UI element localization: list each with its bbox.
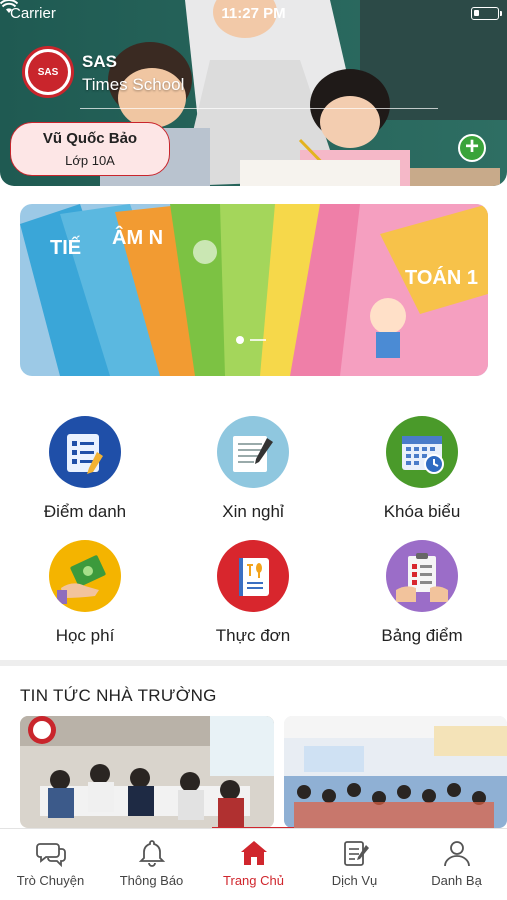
tuition-icon (49, 540, 121, 612)
student-name: Vũ Quốc Bảo (42, 130, 138, 147)
menu-grades-label: Bảng điểm (381, 626, 463, 645)
school-name: Times School (82, 75, 185, 94)
timetable-icon (386, 416, 458, 488)
service-icon (343, 841, 369, 866)
attendance-icon (49, 416, 121, 488)
tab-contacts-label: Danh Bạ (431, 873, 482, 888)
menu-food-menu[interactable]: Thực đơn (178, 540, 328, 646)
pagination-dot-active[interactable] (236, 336, 244, 344)
tab-services-label: Dịch Vụ (331, 873, 378, 888)
tab-contacts[interactable]: Danh Bạ (406, 829, 507, 900)
grades-icon (386, 540, 458, 612)
tab-services[interactable]: Dịch Vụ (304, 829, 405, 900)
news-card[interactable] (20, 716, 274, 828)
status-bar: Carrier 11:27 PM (0, 0, 507, 28)
tab-notifications-label: Thông Báo (119, 873, 184, 888)
status-time: 11:27 PM (221, 5, 286, 22)
tab-home[interactable]: Trang Chủ (203, 829, 304, 900)
contacts-icon (443, 841, 470, 867)
news-section-title: TIN TỨC NHÀ TRƯỜNG (20, 686, 217, 705)
app-screen: Carrier 11:27 PM SAS SAS Times School Vũ… (0, 0, 507, 900)
menu-food-icon (217, 540, 289, 612)
menu-attendance-label: Điểm danh (43, 502, 127, 521)
bottom-tab-bar: Trò Chuyện Thông Báo Trang Chủ Dịch Vụ D… (0, 828, 507, 900)
menu-attendance[interactable]: Điểm danh (10, 416, 160, 522)
add-student-button[interactable]: + (458, 134, 486, 162)
book-title-2: ÂM N (112, 225, 163, 249)
header-divider (80, 108, 438, 109)
pagination-dot[interactable] (250, 339, 266, 341)
chat-icon (35, 843, 66, 867)
menu-timetable-label: Khóa biểu (383, 502, 461, 521)
tab-home-label: Trang Chủ (223, 873, 284, 888)
header-photo: Carrier 11:27 PM SAS SAS Times School Vũ… (0, 0, 507, 186)
menu-leave-request-label: Xin nghỉ (222, 502, 284, 521)
battery-icon (471, 7, 502, 20)
news-image (284, 716, 507, 828)
news-card[interactable] (284, 716, 507, 828)
menu-tuition-label: Học phí (55, 626, 115, 645)
tab-notifications[interactable]: Thông Báo (101, 829, 202, 900)
news-image (20, 716, 274, 828)
tab-chat[interactable]: Trò Chuyện (0, 829, 101, 900)
school-logo: SAS (22, 46, 74, 98)
home-icon (240, 841, 267, 865)
bell-icon (138, 840, 165, 867)
menu-grades[interactable]: Bảng điểm (347, 540, 497, 646)
leave-request-icon (217, 416, 289, 488)
school-code: SAS (82, 52, 117, 71)
menu-tuition[interactable]: Học phí (10, 540, 160, 646)
book-title-3: TOÁN 1 (405, 266, 478, 289)
student-class: Lớp 10A (65, 153, 115, 168)
menu-food-menu-label: Thực đơn (215, 626, 291, 645)
menu-timetable[interactable]: Khóa biểu (347, 416, 497, 522)
tab-chat-label: Trò Chuyện (16, 873, 85, 888)
school-logo-emblem: SAS (28, 52, 68, 92)
student-selector[interactable]: Vũ Quốc Bảo Lớp 10A (10, 122, 170, 176)
menu-leave-request[interactable]: Xin nghỉ (178, 416, 328, 522)
promo-banner[interactable]: TIẾ ÂM N TOÁN 1 (20, 204, 488, 376)
book-title-1: TIẾ (50, 236, 81, 259)
section-divider (0, 660, 507, 666)
